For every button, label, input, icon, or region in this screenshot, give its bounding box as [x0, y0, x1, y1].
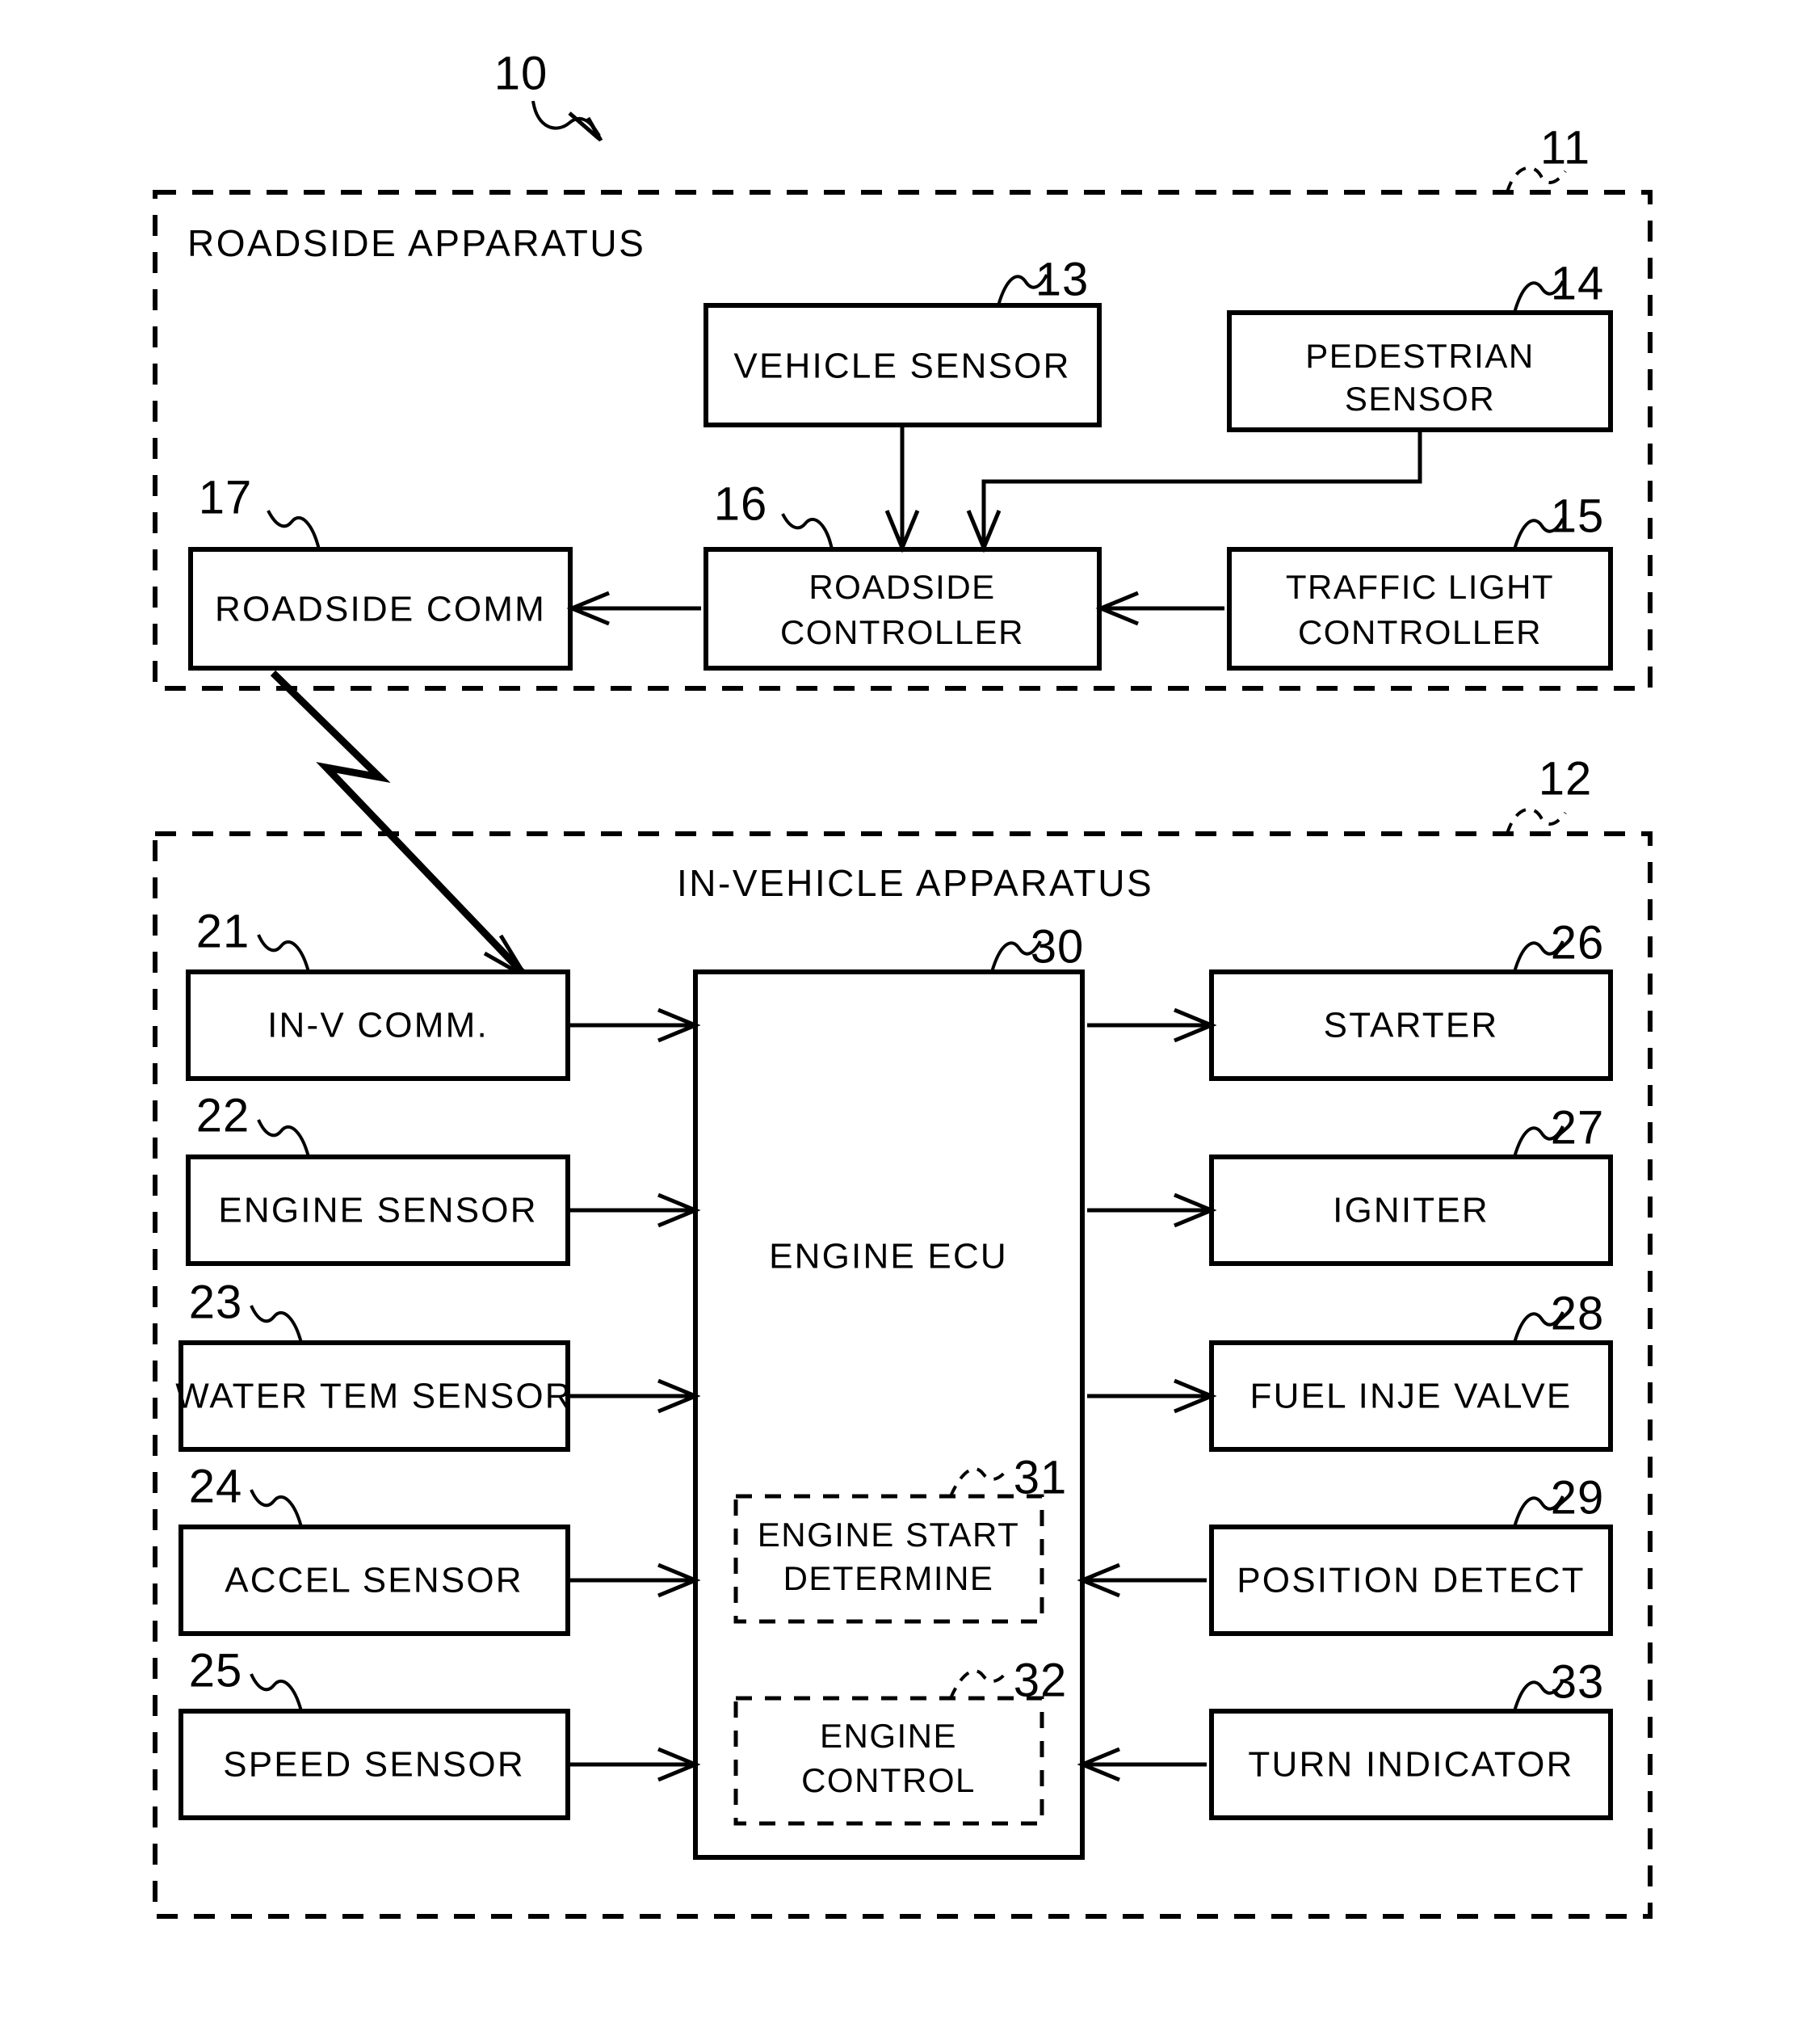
engine-ecu-label: ENGINE ECU [769, 1237, 1008, 1276]
patent-figure: 10 ROADSIDE APPARATUS 11 VEHICLE SENSOR … [0, 0, 1806, 2044]
fuel-inje-valve-ref: 28 [1551, 1287, 1605, 1340]
engine-control-ref: 32 [1014, 1654, 1068, 1706]
traffic-light-controller-ref: 15 [1551, 490, 1605, 542]
roadside-comm-ref: 17 [199, 471, 253, 524]
accel-sensor-ref-leader [250, 1489, 303, 1528]
roadside-controller-ref: 16 [714, 477, 768, 530]
roadside-comm-label: ROADSIDE COMM [215, 590, 546, 629]
invehicle-apparatus-title: IN-VEHICLE APPARATUS [677, 862, 1153, 904]
engine-start-determine-ref: 31 [1014, 1451, 1068, 1504]
pedestrian-sensor-label-line2: SENSOR [1345, 380, 1495, 418]
engine-sensor-ref: 22 [196, 1089, 250, 1142]
figure-ref-10: 10 [494, 47, 548, 99]
igniter-label: IGNITER [1333, 1191, 1489, 1230]
traffic-light-controller-label-line2: CONTROLLER [1298, 613, 1542, 651]
invehicle-apparatus-ref: 12 [1539, 752, 1593, 805]
starter-label: STARTER [1324, 1006, 1499, 1045]
igniter-ref: 27 [1551, 1101, 1605, 1154]
accel-sensor-ref: 24 [189, 1460, 243, 1512]
roadside-controller-label-line1: ROADSIDE [808, 568, 995, 606]
in-v-comm-label: IN-V COMM. [267, 1006, 489, 1045]
pedestrian-sensor-label-line1: PEDESTRIAN [1305, 337, 1534, 375]
vehicle-sensor-label: VEHICLE SENSOR [733, 347, 1070, 386]
speed-sensor-label: SPEED SENSOR [223, 1745, 525, 1785]
water-tem-sensor-ref: 23 [189, 1276, 243, 1328]
roadside-controller-label-line2: CONTROLLER [780, 613, 1024, 651]
accel-sensor-label: ACCEL SENSOR [225, 1561, 523, 1600]
engine-sensor-ref-leader [257, 1119, 310, 1158]
speed-sensor-ref-leader [250, 1673, 303, 1712]
water-tem-sensor-ref-leader [250, 1305, 303, 1344]
in-v-comm-ref: 21 [196, 905, 250, 957]
in-v-comm-ref-leader [257, 934, 310, 973]
engine-sensor-label: ENGINE SENSOR [218, 1191, 537, 1230]
water-tem-sensor-label: WATER TEM SENSOR [175, 1377, 573, 1416]
starter-ref: 26 [1551, 916, 1605, 969]
turn-indicator-ref: 33 [1551, 1655, 1605, 1708]
position-detect-label: POSITION DETECT [1237, 1561, 1585, 1600]
roadside-controller-ref-leader [781, 513, 834, 550]
figure-ref-10-arrowhead [568, 111, 603, 142]
position-detect-ref: 29 [1551, 1471, 1605, 1524]
speed-sensor-ref: 25 [189, 1644, 243, 1697]
engine-start-determine-label-line2: DETERMINE [783, 1559, 994, 1597]
turn-indicator-label: TURN INDICATOR [1248, 1745, 1573, 1785]
wireless-link-zigzag [270, 670, 525, 975]
block-diagram-canvas: 10 ROADSIDE APPARATUS 11 VEHICLE SENSOR … [153, 47, 1653, 1919]
roadside-apparatus-ref: 11 [1540, 121, 1590, 174]
fuel-inje-valve-label: FUEL INJE VALVE [1250, 1377, 1573, 1416]
conn-pedestrian-sensor-to-controller [981, 430, 1422, 543]
invehicle-apparatus-ref-leader [1506, 807, 1567, 835]
roadside-apparatus-title: ROADSIDE APPARATUS [187, 222, 645, 264]
engine-control-label-line1: ENGINE [820, 1717, 957, 1755]
traffic-light-controller-label-line1: TRAFFIC LIGHT [1286, 568, 1554, 606]
engine-start-determine-label-line1: ENGINE START [758, 1516, 1020, 1554]
roadside-comm-ref-leader [267, 510, 321, 550]
engine-control-label-line2: CONTROL [801, 1761, 976, 1799]
pedestrian-sensor-ref: 14 [1551, 257, 1605, 309]
